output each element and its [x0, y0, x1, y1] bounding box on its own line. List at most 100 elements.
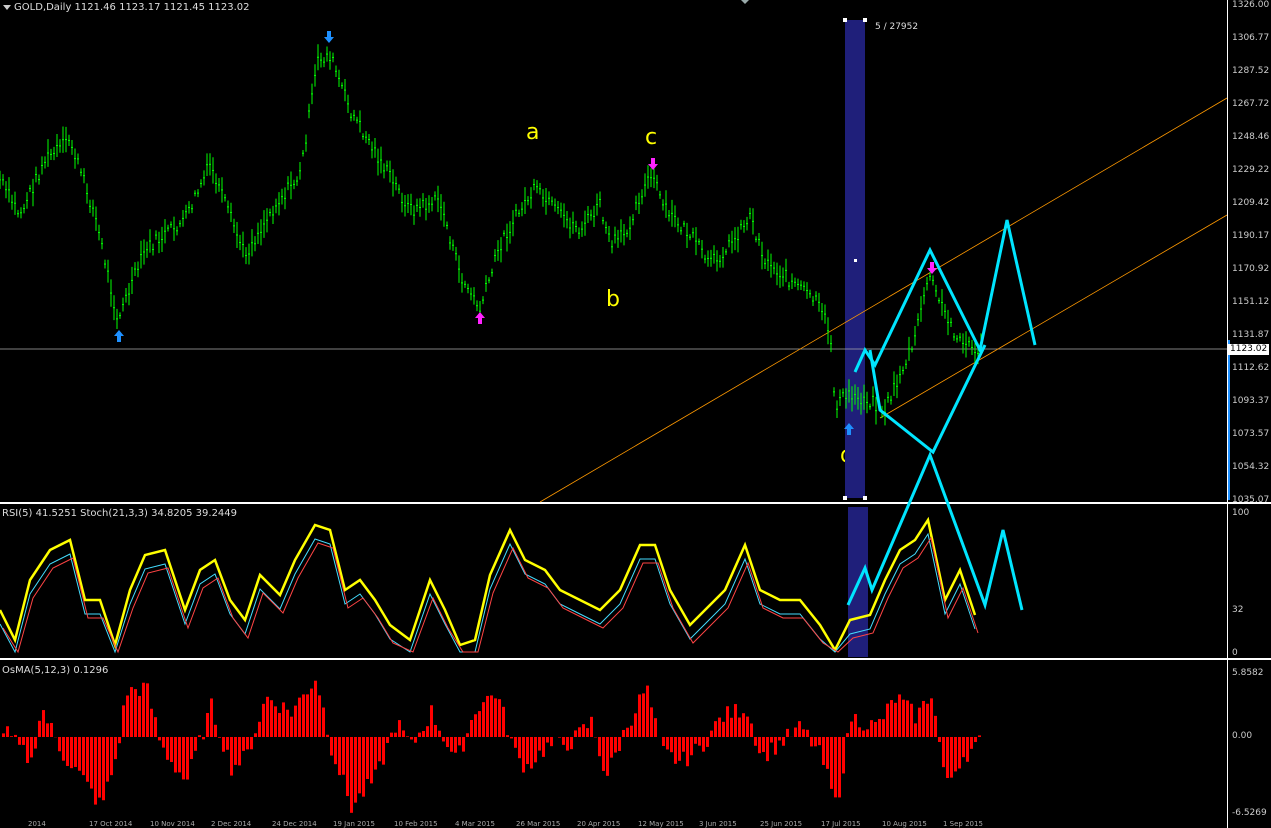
osma-bar [238, 737, 241, 766]
osma-bar [678, 737, 681, 761]
osma-bar [742, 713, 745, 737]
band-handle [843, 496, 847, 500]
stoch-main-line [0, 532, 976, 654]
osma-bar [910, 703, 913, 737]
osma-bar [254, 733, 257, 737]
osma-axis[interactable]: 5.8582 0.00 -6.5269 [1227, 660, 1271, 828]
osma-bar [626, 727, 629, 737]
osma-bar [490, 695, 493, 737]
osma-bar [14, 734, 17, 737]
osma-bar [502, 706, 505, 737]
osma-bar [126, 695, 129, 737]
osma-bar [762, 737, 765, 752]
band-center-handle [854, 259, 857, 262]
rsi-axis[interactable]: 100 32 0 [1227, 504, 1271, 658]
price-axis-tick: 1190.17 [1232, 231, 1270, 241]
osma-bar [38, 720, 41, 737]
osma-bar [602, 737, 605, 771]
osma-bar [270, 700, 273, 737]
osma-bar [522, 737, 525, 773]
osma-bar [434, 724, 437, 737]
price-axis-marker [1228, 340, 1230, 500]
osma-bar [846, 733, 849, 737]
osma-bar [818, 737, 821, 746]
price-axis-tick: 1131.87 [1232, 330, 1270, 340]
osma-bar [110, 737, 113, 776]
osma-bar [326, 734, 329, 737]
osma-bar [738, 717, 741, 737]
osma-bar [210, 698, 213, 737]
price-axis-tick: 1267.72 [1232, 99, 1270, 109]
osma-bar [190, 737, 193, 760]
osma-bar [378, 737, 381, 762]
osma-bar [802, 729, 805, 737]
osma-bar [214, 724, 217, 737]
fractal-down-icon [648, 158, 658, 170]
osma-bar [314, 680, 317, 737]
osma-bar [382, 737, 385, 765]
osma-bar [970, 737, 973, 749]
osma-bar [478, 711, 481, 737]
osma-bar [438, 730, 441, 737]
osma-bar [62, 737, 65, 761]
rsi-line [0, 516, 977, 653]
osma-bar [94, 737, 97, 805]
osma-bar [10, 736, 13, 737]
osma-bar [134, 689, 137, 737]
osma-bar [638, 694, 641, 737]
osma-bar [342, 737, 345, 775]
osma-bar [146, 683, 149, 737]
price-axis-tick: 1151.12 [1232, 297, 1270, 307]
osma-bar [854, 714, 857, 737]
osma-bar [878, 718, 881, 737]
osma-bar [18, 737, 21, 745]
osma-bar [630, 725, 633, 737]
osma-bar [174, 737, 177, 773]
osma-bar [250, 737, 253, 750]
osma-bar [458, 737, 461, 746]
osma-bar [798, 721, 801, 737]
osma-bar [938, 737, 941, 742]
osma-bar [98, 737, 101, 798]
price-axis[interactable]: 1326.00 1306.77 1287.52 1267.72 1248.46 1229.… [1227, 0, 1271, 505]
fractal-down-icon [324, 31, 334, 43]
osma-bar [906, 700, 909, 737]
osma-bar [934, 715, 937, 737]
osma-bar [698, 737, 701, 746]
osma-bar [586, 728, 589, 737]
osma-bar [78, 737, 81, 771]
osma-bar [334, 737, 337, 765]
osma-bar [578, 727, 581, 737]
osma-bar [138, 695, 141, 737]
osma-bar [346, 737, 349, 797]
osma-bar [634, 713, 637, 737]
osma-bar [278, 712, 281, 737]
osma-bar [42, 710, 45, 737]
osma-bar [754, 737, 757, 746]
osma-axis-min: -6.5269 [1232, 808, 1267, 818]
osma-bar [370, 737, 373, 784]
osma-bar [918, 707, 921, 737]
osma-bar [446, 737, 449, 748]
osma-bar [654, 718, 657, 737]
osma-bar [118, 737, 121, 744]
osma-bar [22, 737, 25, 745]
osma-bar [850, 721, 853, 737]
osma-bar [750, 723, 753, 737]
osma-bar [386, 737, 389, 743]
osma-bar [398, 720, 401, 737]
osma-bar [2, 733, 5, 737]
current-price-box: 1123.02 [1228, 344, 1270, 355]
osma-bar [858, 727, 861, 737]
osma-bar [418, 732, 421, 737]
osma-bar [766, 737, 769, 762]
price-axis-tick: 1054.32 [1232, 462, 1270, 472]
osma-bar [542, 737, 545, 757]
osma-bar [498, 699, 501, 737]
osma-bar [298, 697, 301, 737]
candles [0, 44, 982, 426]
osma-bar [154, 717, 157, 737]
channel-lower-line [879, 214, 1227, 419]
osma-bar [294, 705, 297, 737]
osma-bar [710, 730, 713, 737]
